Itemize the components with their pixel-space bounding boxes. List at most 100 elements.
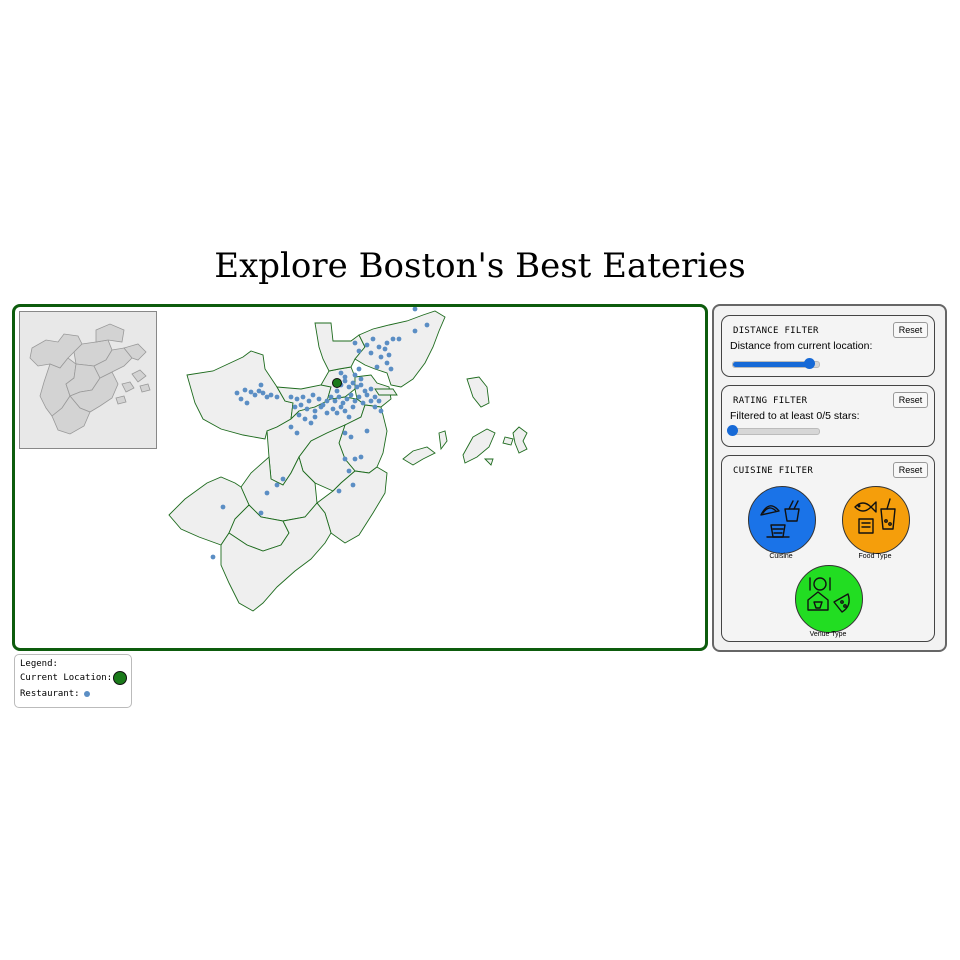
restaurant-marker[interactable] (300, 394, 306, 400)
restaurant-marker[interactable] (336, 488, 342, 494)
restaurant-marker[interactable] (384, 340, 390, 346)
restaurant-marker[interactable] (412, 328, 418, 334)
restaurant-marker[interactable] (298, 402, 304, 408)
restaurant-marker[interactable] (336, 394, 342, 400)
neighborhood-region[interactable] (402, 446, 436, 466)
restaurant-marker[interactable] (334, 388, 340, 394)
restaurant-marker[interactable] (260, 390, 266, 396)
restaurant-marker[interactable] (350, 380, 356, 386)
restaurant-marker[interactable] (356, 348, 362, 354)
restaurant-marker[interactable] (308, 420, 314, 426)
restaurant-marker[interactable] (292, 404, 298, 410)
restaurant-marker[interactable] (368, 350, 374, 356)
restaurant-marker[interactable] (274, 394, 280, 400)
cuisine-reset-button[interactable]: Reset (893, 462, 928, 478)
restaurant-marker[interactable] (288, 394, 294, 400)
restaurant-marker[interactable] (244, 400, 250, 406)
restaurant-marker[interactable] (384, 360, 390, 366)
neighborhood-region[interactable] (374, 388, 398, 396)
neighborhood-region[interactable] (314, 322, 366, 372)
rating-slider-thumb[interactable] (727, 425, 738, 436)
restaurant-marker[interactable] (348, 392, 354, 398)
restaurant-marker[interactable] (248, 389, 254, 395)
restaurant-marker[interactable] (368, 398, 374, 404)
restaurant-marker[interactable] (370, 336, 376, 342)
restaurant-marker[interactable] (356, 394, 362, 400)
restaurant-marker[interactable] (388, 366, 394, 372)
venue-type-option-button[interactable] (795, 565, 863, 633)
restaurant-marker[interactable] (352, 340, 358, 346)
restaurant-marker[interactable] (424, 322, 430, 328)
restaurant-marker[interactable] (332, 398, 338, 404)
restaurant-marker[interactable] (352, 456, 358, 462)
restaurant-marker[interactable] (368, 386, 374, 392)
restaurant-marker[interactable] (338, 370, 344, 376)
cuisine-option-button[interactable] (748, 486, 816, 554)
restaurant-marker[interactable] (302, 416, 308, 422)
restaurant-marker[interactable] (352, 398, 358, 404)
neighborhood-region[interactable] (438, 430, 448, 451)
restaurant-marker[interactable] (382, 346, 388, 352)
restaurant-marker[interactable] (374, 364, 380, 370)
restaurant-marker[interactable] (210, 554, 216, 560)
restaurant-marker[interactable] (288, 424, 294, 430)
restaurant-marker[interactable] (358, 376, 364, 382)
restaurant-marker[interactable] (296, 412, 302, 418)
restaurant-marker[interactable] (358, 382, 364, 388)
restaurant-marker[interactable] (364, 392, 370, 398)
restaurant-marker[interactable] (312, 414, 318, 420)
restaurant-marker[interactable] (220, 504, 226, 510)
restaurant-marker[interactable] (412, 307, 418, 312)
restaurant-marker[interactable] (386, 352, 392, 358)
restaurant-marker[interactable] (274, 482, 280, 488)
distance-reset-button[interactable]: Reset (893, 322, 928, 338)
distance-slider-thumb[interactable] (804, 358, 816, 369)
restaurant-marker[interactable] (310, 392, 316, 398)
restaurant-marker[interactable] (252, 392, 258, 398)
neighborhood-region[interactable] (512, 426, 528, 454)
restaurant-marker[interactable] (330, 406, 336, 412)
restaurant-marker[interactable] (242, 387, 248, 393)
restaurant-marker[interactable] (294, 396, 300, 402)
rating-slider[interactable] (727, 425, 820, 436)
restaurant-marker[interactable] (234, 390, 240, 396)
restaurant-marker[interactable] (364, 342, 370, 348)
restaurant-marker[interactable] (350, 482, 356, 488)
restaurant-marker[interactable] (378, 408, 384, 414)
restaurant-marker[interactable] (324, 410, 330, 416)
restaurant-marker[interactable] (334, 410, 340, 416)
restaurant-marker[interactable] (342, 430, 348, 436)
restaurant-marker[interactable] (342, 374, 348, 380)
restaurant-marker[interactable] (318, 404, 324, 410)
restaurant-marker[interactable] (396, 336, 402, 342)
neighborhood-region[interactable] (502, 436, 514, 446)
map-container[interactable] (12, 304, 708, 651)
restaurant-marker[interactable] (350, 404, 356, 410)
restaurant-marker[interactable] (316, 396, 322, 402)
rating-reset-button[interactable]: Reset (893, 392, 928, 408)
food-type-option-button[interactable] (842, 486, 910, 554)
restaurant-marker[interactable] (390, 336, 396, 342)
restaurant-marker[interactable] (312, 408, 318, 414)
restaurant-marker[interactable] (342, 456, 348, 462)
restaurant-marker[interactable] (344, 396, 350, 402)
restaurant-marker[interactable] (264, 490, 270, 496)
restaurant-marker[interactable] (304, 406, 310, 412)
restaurant-marker[interactable] (376, 398, 382, 404)
restaurant-marker[interactable] (356, 366, 362, 372)
restaurant-marker[interactable] (268, 392, 274, 398)
restaurant-marker[interactable] (338, 404, 344, 410)
restaurant-marker[interactable] (364, 428, 370, 434)
restaurant-marker[interactable] (360, 400, 366, 406)
restaurant-marker[interactable] (376, 344, 382, 350)
restaurant-marker[interactable] (342, 408, 348, 414)
restaurant-marker[interactable] (372, 394, 378, 400)
restaurant-marker[interactable] (358, 454, 364, 460)
restaurant-marker[interactable] (306, 398, 312, 404)
restaurant-marker[interactable] (346, 384, 352, 390)
restaurant-marker[interactable] (352, 372, 358, 378)
neighborhood-region[interactable] (462, 428, 496, 464)
restaurant-marker[interactable] (294, 430, 300, 436)
restaurant-marker[interactable] (346, 468, 352, 474)
distance-slider[interactable] (732, 358, 820, 369)
